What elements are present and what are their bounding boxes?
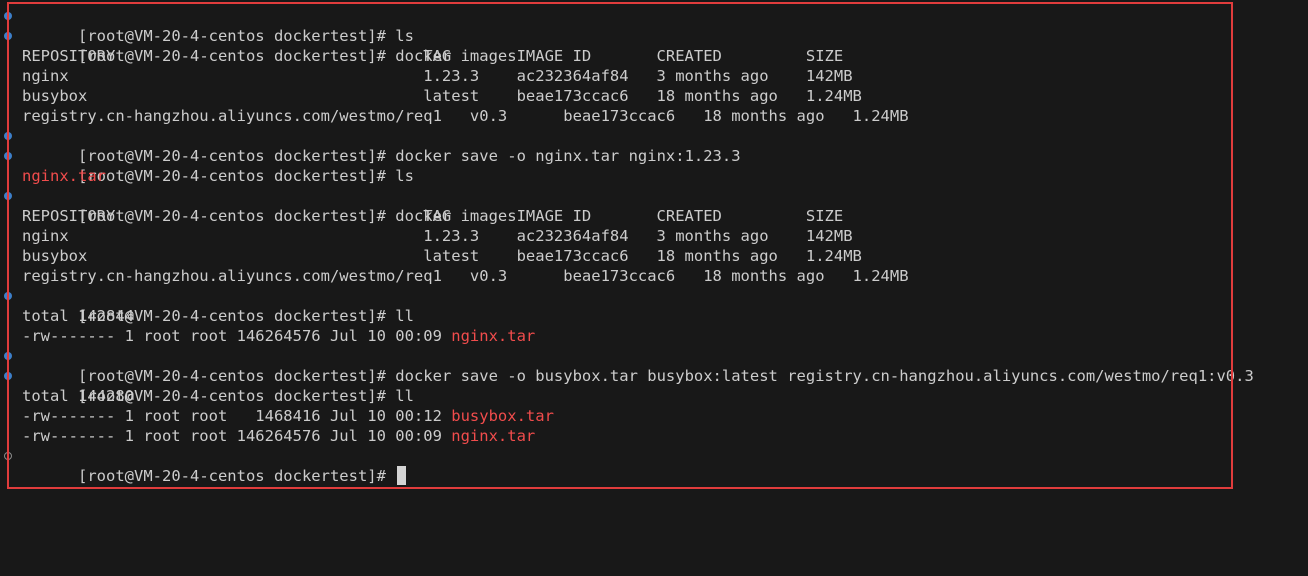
table-row: registry.cn-hangzhou.aliyuncs.com/westmo… (22, 107, 909, 125)
command-line: [root@VM-20-4-centos dockertest]# docker… (0, 26, 1308, 65)
prompt: [root@VM-20-4-centos dockertest]# (78, 467, 396, 485)
table-header: REPOSITORY TAG IMAGE ID CREATED SIZE (22, 207, 844, 225)
active-prompt-line[interactable]: [root@VM-20-4-centos dockertest]# (0, 446, 1308, 485)
file-attributes: -rw------- 1 root root 146264576 Jul 10 … (22, 327, 452, 345)
command-line: [root@VM-20-4-centos dockertest]# docker… (0, 126, 1308, 165)
command-line: [root@VM-20-4-centos dockertest]# ls (0, 146, 1308, 185)
file-listing-row: -rw------- 1 root root 1468416 Jul 10 00… (0, 406, 1308, 426)
file-name: busybox.tar (451, 407, 554, 425)
file-attributes: -rw------- 1 root root 146264576 Jul 10 … (22, 427, 452, 445)
file-listing-row: -rw------- 1 root root 146264576 Jul 10 … (0, 326, 1308, 346)
table-header: REPOSITORY TAG IMAGE ID CREATED SIZE (22, 47, 844, 65)
command-decoration-icon[interactable] (4, 32, 12, 40)
table-row: busybox latest beae173ccac6 18 months ag… (22, 247, 862, 265)
file-name: nginx.tar (22, 167, 106, 185)
text-cursor (397, 466, 407, 485)
command-decoration-icon[interactable] (4, 132, 12, 140)
file-name: nginx.tar (451, 427, 536, 445)
file-listing-row: -rw------- 1 root root 146264576 Jul 10 … (0, 426, 1308, 446)
table-row: busybox latest beae173ccac6 18 months ag… (22, 87, 862, 105)
command-decoration-icon[interactable] (4, 12, 12, 20)
output-line: total 144280 (22, 387, 134, 405)
command-decoration-icon[interactable] (4, 372, 12, 380)
file-name: nginx.tar (451, 327, 536, 345)
command-decoration-icon[interactable] (4, 352, 12, 360)
table-row: nginx 1.23.3 ac232364af84 3 months ago 1… (22, 67, 853, 85)
table-row: nginx 1.23.3 ac232364af84 3 months ago 1… (22, 227, 853, 245)
command-line: [root@VM-20-4-centos dockertest]# docker… (0, 186, 1308, 225)
output-line: total 142844 (22, 307, 134, 325)
command-decoration-icon[interactable] (4, 292, 12, 300)
terminal-output: [root@VM-20-4-centos dockertest]# ls [ro… (0, 6, 1308, 485)
file-attributes: -rw------- 1 root root 1468416 Jul 10 00… (22, 407, 452, 425)
command-line: [root@VM-20-4-centos dockertest]# ls (0, 6, 1308, 45)
command-decoration-icon[interactable] (4, 192, 12, 200)
command-decoration-empty-icon[interactable] (4, 452, 12, 460)
command-line: [root@VM-20-4-centos dockertest]# ll (0, 366, 1308, 405)
command-line: [root@VM-20-4-centos dockertest]# docker… (0, 346, 1308, 385)
table-row: registry.cn-hangzhou.aliyuncs.com/westmo… (22, 267, 909, 285)
command-line: [root@VM-20-4-centos dockertest]# ll (0, 286, 1308, 325)
terminal-panel[interactable]: [root@VM-20-4-centos dockertest]# ls [ro… (0, 0, 1308, 576)
command-decoration-icon[interactable] (4, 152, 12, 160)
